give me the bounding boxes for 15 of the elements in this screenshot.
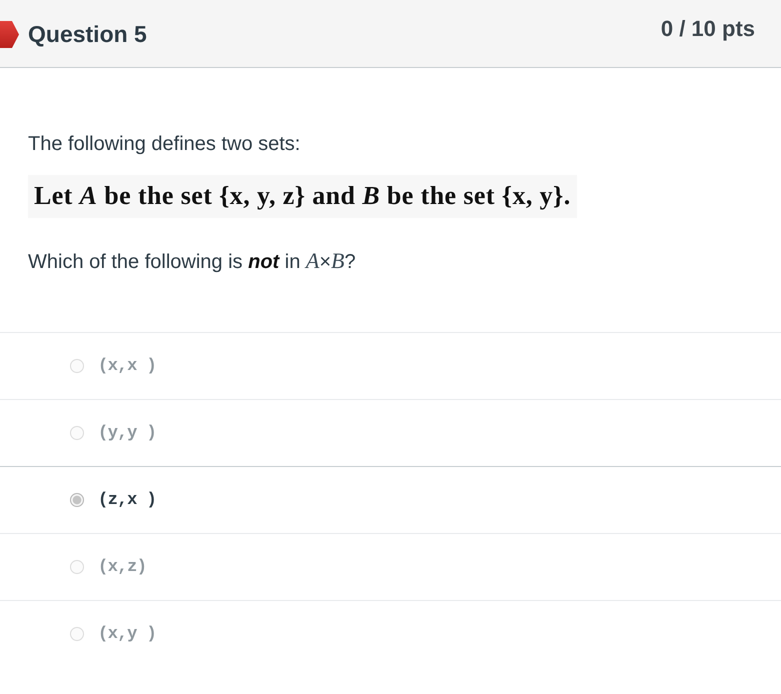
radio-button[interactable]	[70, 493, 84, 507]
radio-button[interactable]	[70, 359, 84, 373]
points-score: 0 / 10 pts	[660, 16, 755, 42]
answer-label: (x,x )	[98, 356, 156, 376]
question-title: Question 5	[28, 21, 147, 48]
set-definition-statement: Let A be the set {x, y, z} and B be the set {x, y}.	[28, 175, 577, 218]
prompt-text: The following defines two sets:	[28, 132, 300, 156]
answer-label: (x,y )	[98, 624, 156, 644]
radio-button[interactable]	[70, 627, 84, 641]
radio-button[interactable]	[70, 560, 84, 574]
answer-label: (x,z)	[98, 558, 147, 576]
answer-label: (y,y )	[98, 424, 156, 442]
radio-button[interactable]	[70, 426, 84, 440]
answer-label: (z,x )	[98, 490, 156, 510]
question-text: Which of the following is not in A×B?	[28, 249, 356, 274]
